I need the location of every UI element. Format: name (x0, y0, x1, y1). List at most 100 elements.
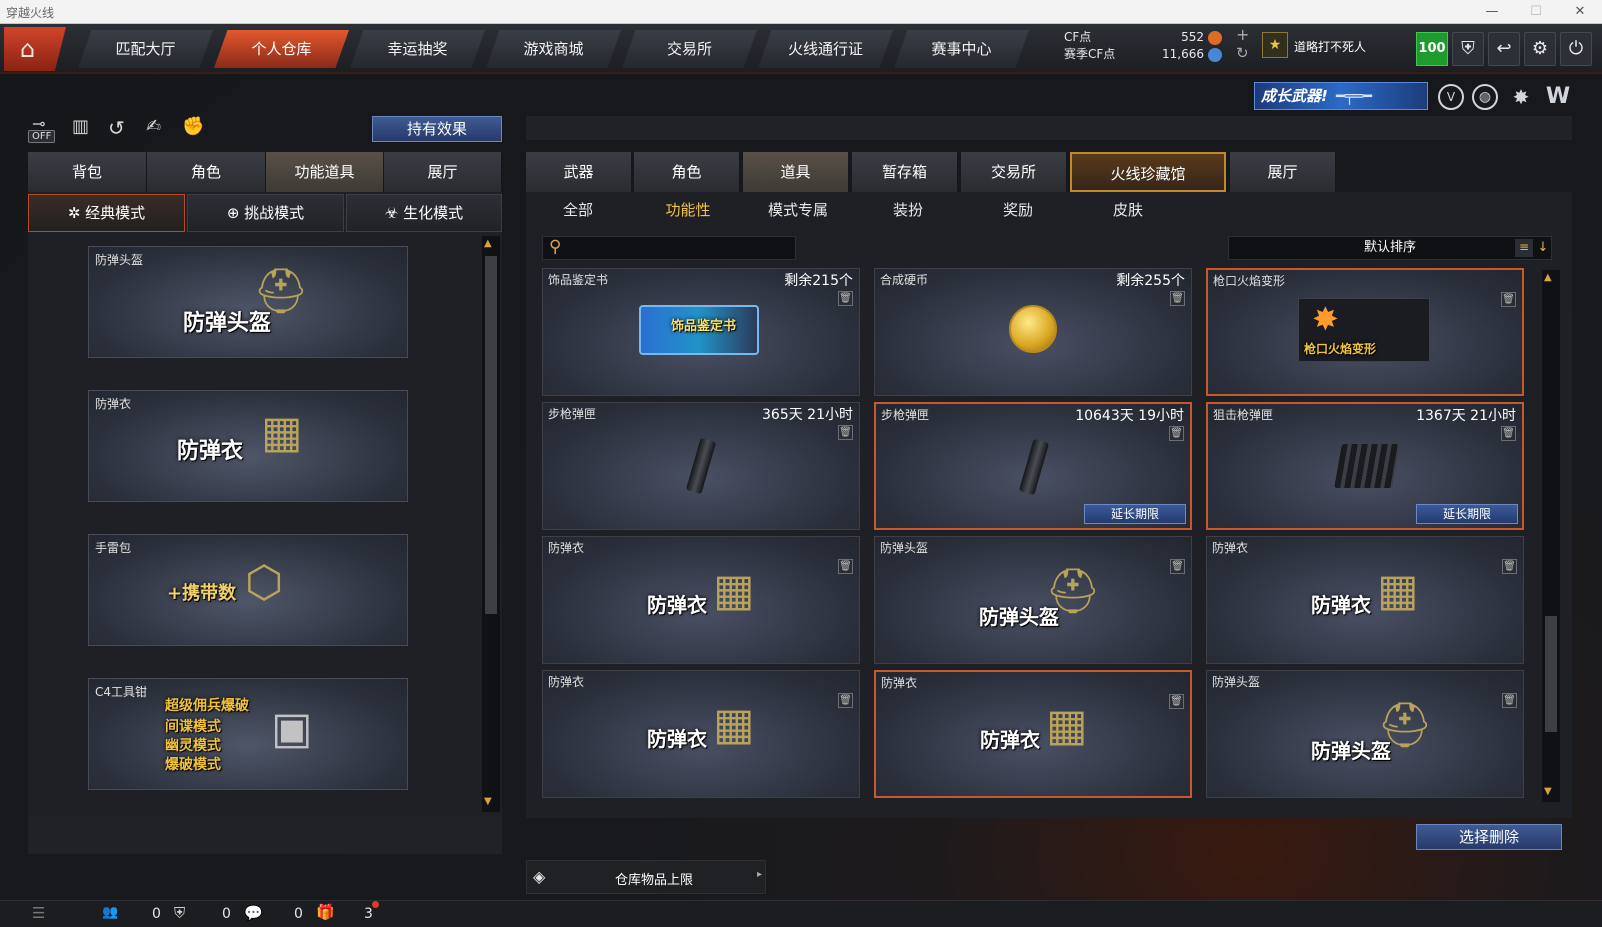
tab-exchange[interactable]: 交易所 (961, 152, 1067, 192)
list-item[interactable]: 手雷包 ⬡ +携带数 (88, 534, 408, 646)
list-view-icon[interactable]: ≡ (1515, 239, 1533, 257)
list-item[interactable]: 防弹衣 ▦ 防弹衣 (88, 390, 408, 502)
tab-collection[interactable]: 火线珍藏馆 (1070, 152, 1226, 192)
left-scrollbar-thumb[interactable] (485, 256, 497, 614)
left-tab-backpack[interactable]: 背包 (28, 152, 147, 192)
search-input[interactable] (571, 239, 791, 257)
item-card[interactable]: 防弹衣 🗑 ▦ 防弹衣 (542, 536, 860, 664)
subtab-skins[interactable]: 皮肤 (1078, 196, 1178, 224)
tab-gallery[interactable]: 展厅 (1230, 152, 1336, 192)
home-button[interactable]: ⌂ (4, 27, 66, 71)
trash-icon[interactable]: 🗑 (1501, 426, 1516, 441)
trash-icon[interactable]: 🗑 (1170, 291, 1185, 306)
left-tab-functional-items[interactable]: 功能道具 (266, 152, 384, 192)
refresh-icon[interactable]: ↻ (1236, 44, 1249, 62)
scroll-down-icon[interactable]: ▼ (1544, 786, 1552, 797)
friends-icon[interactable]: 👥 (102, 905, 118, 920)
item-card[interactable]: 防弹衣 🗑 ▦ 防弹衣 (542, 670, 860, 798)
item-card[interactable]: 防弹头盔 🗑 ⛑ 防弹头盔 (874, 536, 1192, 664)
nav-tab-match-hall[interactable]: 匹配大厅 (78, 30, 213, 68)
subtab-mode-exclusive[interactable]: 模式专属 (748, 196, 848, 224)
globe-icon[interactable]: ◍ (1472, 84, 1498, 110)
trash-icon[interactable]: 🗑 (838, 693, 853, 708)
w-logo-icon[interactable]: W (1544, 84, 1572, 110)
menu-list-icon[interactable]: ☰ (32, 904, 45, 922)
item-card[interactable]: 饰品鉴定书 剩余215个 🗑 饰品鉴定书 (542, 268, 860, 396)
subtab-dressup[interactable]: 装扮 (858, 196, 958, 224)
medal-icon[interactable]: ✸ (1508, 84, 1534, 110)
scroll-down-icon[interactable]: ▼ (484, 796, 492, 807)
tab-temp-box[interactable]: 暂存箱 (852, 152, 958, 192)
item-card[interactable]: 防弹衣 🗑 ▦ 防弹衣 (1206, 536, 1524, 664)
item-card[interactable]: 步枪弹匣 10643天 19小时 🗑 延长期限 (874, 402, 1192, 530)
subtab-rewards[interactable]: 奖励 (968, 196, 1068, 224)
mode-challenge[interactable]: ⊕ 挑战模式 (187, 194, 344, 232)
growth-weapon-banner[interactable]: 成长武器! ━╤═━ (1254, 82, 1428, 110)
storage-limit-bar[interactable]: ◈ 仓库物品上限 ▸ (526, 860, 766, 894)
nav-tab-warehouse[interactable]: 个人仓库 (214, 30, 349, 68)
scroll-up-icon[interactable]: ▲ (484, 238, 492, 249)
minimize-button[interactable]: — (1470, 0, 1514, 24)
ranking-icon[interactable]: ▥ (72, 116, 89, 137)
item-art-text: 防弹头盔 (979, 605, 1059, 629)
extend-button[interactable]: 延长期限 (1416, 504, 1518, 524)
glove-icon[interactable]: ✊ (182, 116, 204, 137)
owned-effects-button[interactable]: 持有效果 (372, 116, 502, 142)
nav-tab-exchange[interactable]: 交易所 (622, 30, 757, 68)
off-toggle-icon[interactable]: ⊸ (32, 114, 45, 133)
extend-button[interactable]: 延长期限 (1084, 504, 1186, 524)
item-card[interactable]: 合成硬币 剩余255个 🗑 (874, 268, 1192, 396)
tab-items[interactable]: 道具 (743, 152, 849, 192)
trash-icon[interactable]: 🗑 (1170, 559, 1185, 574)
subtab-all[interactable]: 全部 (528, 196, 628, 224)
emblem-v-icon[interactable]: V (1438, 84, 1464, 110)
sort-direction-icon[interactable]: ↓ (1535, 239, 1551, 257)
trash-icon[interactable]: 🗑 (1169, 426, 1184, 441)
list-item[interactable]: 防弹头盔 ⛑ 防弹头盔 (88, 246, 408, 358)
trash-icon[interactable]: 🗑 (1502, 559, 1517, 574)
list-item[interactable]: C4工具钳 ▣ 超级佣兵爆破 间谍模式 幽灵模式 爆破模式 (88, 678, 408, 790)
item-name: C4工具钳 (95, 685, 148, 699)
trash-icon[interactable]: 🗑 (1169, 694, 1184, 709)
recharge-plus-icon[interactable]: + (1236, 25, 1249, 44)
clan-shield-icon[interactable]: ⛨ (174, 904, 185, 922)
maximize-button[interactable]: ☐ (1514, 0, 1558, 24)
scroll-up-icon[interactable]: ▲ (1544, 272, 1552, 283)
close-button[interactable]: ✕ (1558, 0, 1602, 24)
gear-icon[interactable]: ⚙ (1524, 32, 1556, 66)
select-delete-button[interactable]: 选择删除 (1416, 824, 1562, 850)
nav-tab-pass[interactable]: 火线通行证 (758, 30, 893, 68)
trash-icon[interactable]: 🗑 (838, 559, 853, 574)
hand-icon[interactable]: ✍ (146, 116, 161, 137)
sort-dropdown[interactable]: 默认排序 ≡ ↓ (1228, 236, 1552, 260)
trash-icon[interactable]: 🗑 (838, 425, 853, 440)
mode-zombie[interactable]: ☣ 生化模式 (346, 194, 502, 232)
item-card[interactable]: 防弹头盔 🗑 ⛑ 防弹头盔 (1206, 670, 1524, 798)
item-card[interactable]: 步枪弹匣 365天 21小时 🗑 (542, 402, 860, 530)
power-icon[interactable]: ⏻ (1560, 32, 1592, 66)
shield-icon[interactable]: ⛨ (1452, 32, 1484, 66)
level-badge[interactable]: 100 (1416, 32, 1448, 66)
gift-icon[interactable]: 🎁 (316, 903, 335, 921)
exit-room-icon[interactable]: ↩ (1488, 32, 1520, 66)
tab-character[interactable]: 角色 (634, 152, 740, 192)
item-card[interactable]: 防弹衣 🗑 ▦ 防弹衣 (874, 670, 1192, 798)
nav-tab-game-store[interactable]: 游戏商城 (486, 30, 621, 68)
expand-arrow-icon[interactable]: ▸ (757, 869, 762, 880)
nav-tab-lucky-draw[interactable]: 幸运抽奖 (350, 30, 485, 68)
right-scrollbar-thumb[interactable] (1545, 616, 1557, 732)
tab-weapons[interactable]: 武器 (526, 152, 632, 192)
trash-icon[interactable]: 🗑 (1502, 693, 1517, 708)
trash-icon[interactable]: 🗑 (1501, 292, 1516, 307)
search-box[interactable]: ⚲ (542, 236, 796, 260)
trash-icon[interactable]: 🗑 (838, 291, 853, 306)
history-icon[interactable]: ↺ (108, 116, 125, 140)
mode-classic[interactable]: ✲ 经典模式 (28, 194, 185, 232)
chat-bubble-icon[interactable]: 💬 (244, 904, 263, 922)
left-tab-character[interactable]: 角色 (147, 152, 266, 192)
left-tab-gallery[interactable]: 展厅 (384, 152, 502, 192)
item-card[interactable]: 枪口火焰变形 🗑 ✸ 枪口火焰变形 (1206, 268, 1524, 396)
subtab-functional[interactable]: 功能性 (638, 196, 738, 224)
nav-tab-events[interactable]: 赛事中心 (894, 30, 1029, 68)
item-card[interactable]: 狙击枪弹匣 1367天 21小时 🗑 延长期限 (1206, 402, 1524, 530)
